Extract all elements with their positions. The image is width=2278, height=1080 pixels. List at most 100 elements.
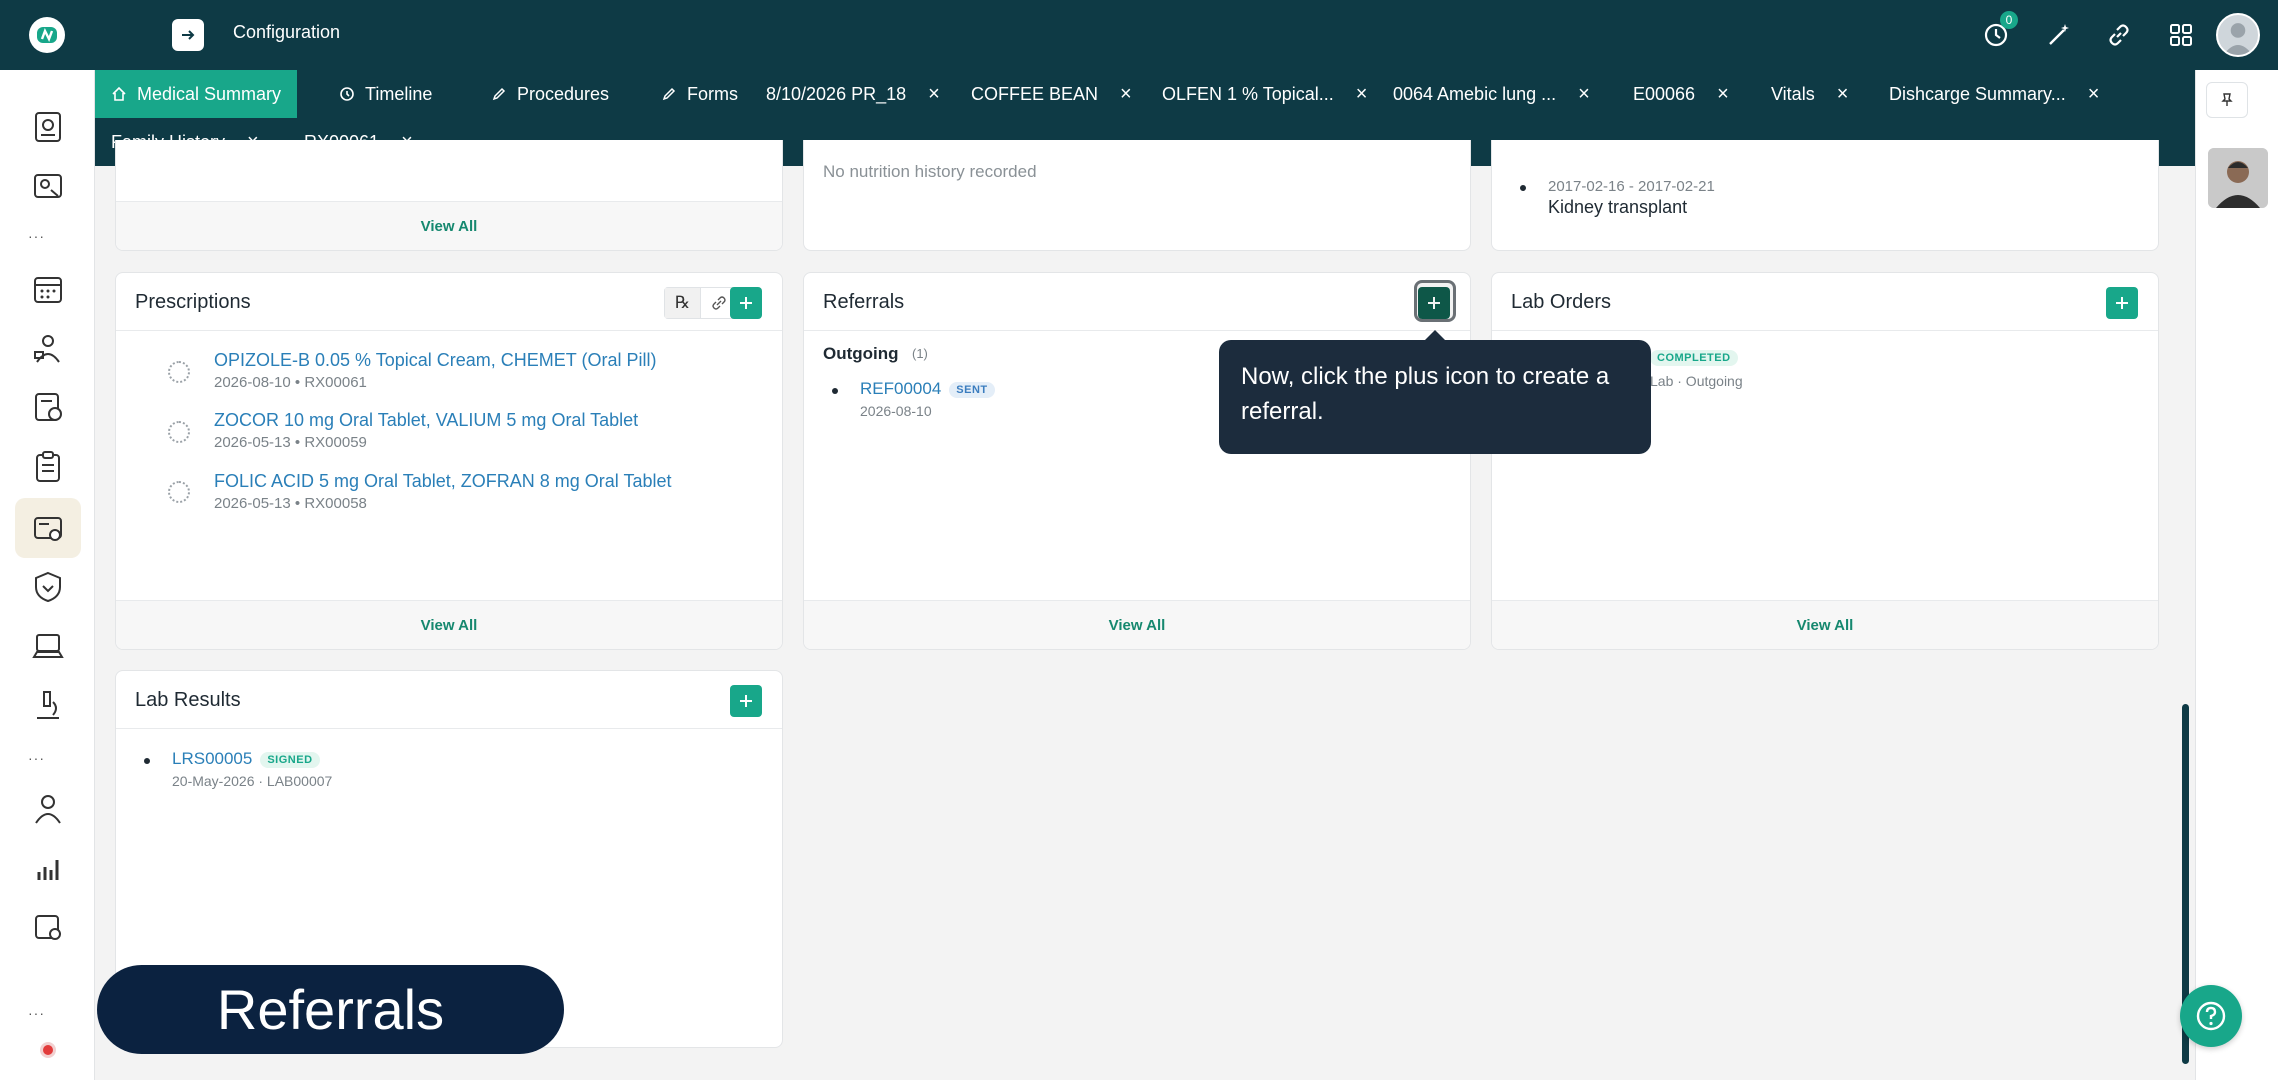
close-tab-icon[interactable]: ×: [1120, 84, 1132, 104]
analytics-icon[interactable]: [29, 850, 67, 888]
tab-procedures[interactable]: Procedures: [475, 70, 625, 118]
rail-separator-3: ···: [28, 1005, 45, 1021]
list-bullet: [832, 388, 838, 394]
add-prescription-button[interactable]: [730, 287, 762, 319]
tutorial-caption: Referrals: [97, 965, 564, 1054]
top-header: Configuration 0: [95, 0, 2278, 70]
lab-result-meta: 20-May-2026 · LAB00007: [172, 773, 333, 789]
tab-amebic-lung[interactable]: 0064 Amebic lung ... ×: [1377, 70, 1606, 118]
lab-order-meta: Lab · Outgoing: [1650, 373, 1743, 389]
status-badge: COMPLETED: [1650, 350, 1738, 366]
status-pending-icon: [168, 421, 190, 443]
magic-wand-icon: [2049, 24, 2069, 45]
lab-result-link[interactable]: LRS00005: [172, 749, 252, 768]
rx-toolbar: ℞: [664, 287, 738, 319]
close-tab-icon[interactable]: ×: [1717, 84, 1729, 104]
close-tab-icon[interactable]: ×: [928, 84, 940, 104]
user-avatar[interactable]: [2216, 13, 2260, 57]
card-header: Lab Results: [116, 671, 782, 729]
view-all-link[interactable]: View All: [116, 201, 782, 250]
referral-date: 2026-08-10: [860, 403, 932, 419]
lab-orders-card: Lab Orders COMPLETED Lab · Outgoing View…: [1491, 272, 2159, 650]
close-tab-icon[interactable]: ×: [1578, 84, 1590, 104]
calendar-icon[interactable]: [29, 270, 67, 308]
card-header: Lab Orders: [1492, 273, 2158, 331]
pen-icon: [492, 87, 506, 101]
notification-badge: 0: [2000, 11, 2018, 29]
add-lab-order-button[interactable]: [2106, 287, 2138, 319]
section-count: (1): [912, 346, 928, 361]
clock-icon: [340, 87, 354, 101]
add-lab-result-button[interactable]: [730, 685, 762, 717]
prescription-meta: 2026-05-13 • RX00058: [214, 495, 367, 512]
status-badge: SIGNED: [260, 751, 320, 768]
close-tab-icon[interactable]: ×: [2088, 84, 2100, 104]
tab-timeline[interactable]: Timeline: [323, 70, 448, 118]
referral-row: REF00004 SENT: [860, 379, 995, 399]
link-button[interactable]: [2103, 19, 2135, 51]
arrow-right-icon: [182, 30, 195, 40]
help-button[interactable]: [2180, 985, 2242, 1047]
settings-card-icon[interactable]: [29, 908, 67, 946]
section-label: Outgoing: [823, 344, 899, 363]
referrals-card: Referrals Outgoing (1) REF00004 SENT 2026…: [803, 272, 1471, 650]
help-icon: [2196, 1001, 2226, 1031]
tutorial-tooltip: Now, click the plus icon to create a ref…: [1219, 340, 1651, 454]
close-tab-icon[interactable]: ×: [1356, 84, 1368, 104]
top-left-card: View All: [115, 140, 783, 251]
view-all-link[interactable]: View All: [804, 600, 1470, 649]
user-icon: [2223, 23, 2253, 55]
expand-sidebar-button[interactable]: [172, 19, 204, 51]
dashboard-icon[interactable]: [29, 108, 67, 146]
pin-icon: [2221, 93, 2233, 106]
tab-pr18[interactable]: 8/10/2026 PR_18 ×: [750, 70, 956, 118]
tab-olfen[interactable]: OLFEN 1 % Topical... ×: [1146, 70, 1383, 118]
tab-coffee-bean[interactable]: COFFEE BEAN ×: [955, 70, 1148, 118]
clipboard-icon[interactable]: [29, 448, 67, 486]
consultation-icon[interactable]: [29, 330, 67, 368]
patient-record-icon[interactable]: [29, 168, 67, 206]
card-title: Lab Orders: [1511, 291, 1612, 313]
microscope-icon[interactable]: [29, 686, 67, 724]
card-title: Lab Results: [135, 689, 241, 711]
card-title: Referrals: [823, 291, 905, 313]
record-indicator-icon: [40, 1042, 56, 1058]
apps-button[interactable]: [2165, 19, 2197, 51]
view-all-link[interactable]: View All: [116, 600, 782, 649]
history-button[interactable]: 0: [1980, 11, 2018, 51]
view-all-link[interactable]: View All: [1492, 600, 2158, 649]
tab-discharge-summary[interactable]: Dishcarge Summary... ×: [1873, 70, 2115, 118]
history-title: Kidney transplant: [1548, 197, 1688, 217]
tab-forms[interactable]: Forms: [645, 70, 754, 118]
laptop-icon[interactable]: [29, 628, 67, 666]
close-tab-icon[interactable]: ×: [1837, 84, 1849, 104]
rx-icon[interactable]: ℞: [665, 288, 701, 318]
surgical-history-card: 2017-02-16 - 2017-02-21 Kidney transplan…: [1491, 140, 2159, 251]
app-logo[interactable]: [29, 17, 65, 53]
right-side-panel: [2195, 70, 2278, 1080]
nutrition-card: No nutrition history recorded: [803, 140, 1471, 251]
card-header: Prescriptions ℞: [116, 273, 782, 331]
patient-photo[interactable]: [2208, 148, 2268, 208]
medical-summary-nav-icon[interactable]: [15, 498, 81, 558]
prescription-link[interactable]: FOLIC ACID 5 mg Oral Tablet, ZOFRAN 8 mg…: [214, 471, 671, 492]
history-dates: 2017-02-16 - 2017-02-21: [1548, 178, 1715, 195]
rail-header: [0, 0, 95, 70]
grid-icon: [2170, 24, 2192, 46]
tab-medical-summary[interactable]: Medical Summary: [95, 70, 298, 118]
magic-wand-button[interactable]: [2043, 19, 2075, 51]
tab-e00066[interactable]: E00066 ×: [1617, 70, 1745, 118]
status-pending-icon: [168, 361, 190, 383]
prescription-link[interactable]: OPIZOLE-B 0.05 % Topical Cream, CHEMET (…: [214, 350, 656, 371]
highlight-ring: [1414, 280, 1456, 322]
empty-state-text: No nutrition history recorded: [823, 162, 1037, 181]
person-avatar-icon: [2208, 148, 2268, 208]
pin-button[interactable]: [2206, 82, 2248, 118]
prescription-meta: 2026-08-10 • RX00061: [214, 374, 367, 391]
billing-icon[interactable]: [29, 388, 67, 426]
prescription-link[interactable]: ZOCOR 10 mg Oral Tablet, VALIUM 5 mg Ora…: [214, 410, 638, 431]
shield-heart-icon[interactable]: [29, 568, 67, 606]
doctor-icon[interactable]: [29, 790, 67, 828]
tab-vitals[interactable]: Vitals ×: [1755, 70, 1864, 118]
referral-link[interactable]: REF00004: [860, 379, 941, 398]
